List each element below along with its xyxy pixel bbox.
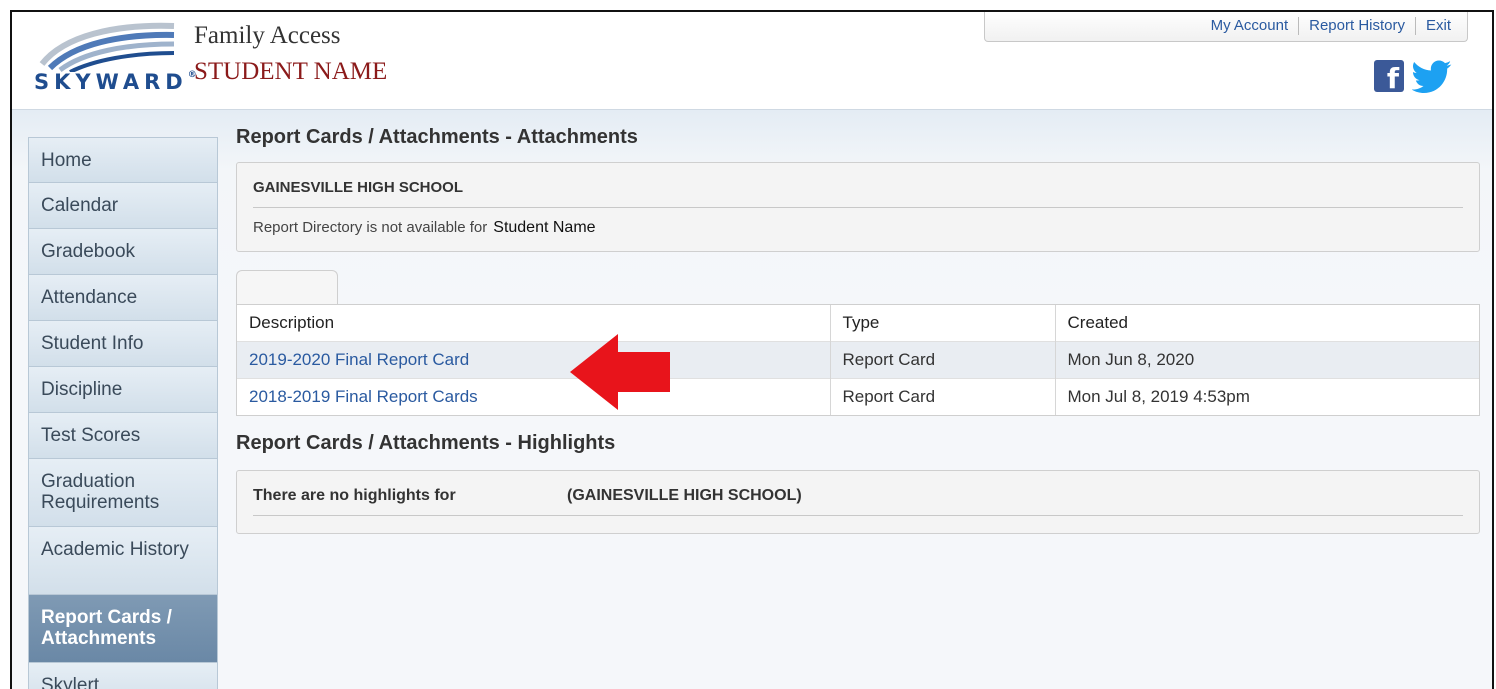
- sidebar: Home Calendar Gradebook Attendance Stude…: [28, 137, 218, 689]
- report-card-link-2018-2019[interactable]: 2018-2019 Final Report Cards: [249, 387, 478, 406]
- logo-wordmark: SKYWARD®: [34, 70, 197, 94]
- twitter-icon[interactable]: [1411, 60, 1452, 94]
- skyward-swoosh-icon: [39, 22, 175, 74]
- exit-link[interactable]: Exit: [1414, 16, 1461, 35]
- sidebar-item-discipline[interactable]: Discipline: [28, 367, 218, 413]
- browser-frame: SKYWARD® Family Access STUDENT NAME My A…: [10, 10, 1494, 689]
- row-type: Report Card: [830, 340, 1056, 378]
- column-header-description[interactable]: Description: [237, 305, 831, 341]
- highlights-title: Report Cards / Attachments - Highlights: [236, 432, 616, 454]
- attachments-tab[interactable]: [236, 270, 338, 306]
- sidebar-item-gradebook[interactable]: Gradebook: [28, 229, 218, 275]
- row-created: Mon Jul 8, 2019 4:53pm: [1055, 377, 1479, 415]
- column-header-created[interactable]: Created: [1055, 305, 1479, 341]
- report-card-link-2019-2020[interactable]: 2019-2020 Final Report Card: [249, 350, 469, 369]
- sidebar-item-skylert[interactable]: Skylert: [28, 663, 218, 689]
- sidebar-item-academic-history[interactable]: Academic History: [28, 527, 218, 595]
- page-header: SKYWARD® Family Access STUDENT NAME My A…: [12, 12, 1492, 110]
- main-content: Report Cards / Attachments - Attachments…: [236, 126, 1480, 534]
- skyward-logo[interactable]: SKYWARD®: [34, 20, 197, 100]
- report-directory-notice: Report Directory is not available for Stu…: [253, 219, 596, 236]
- row-created: Mon Jun 8, 2020: [1055, 340, 1479, 378]
- my-account-link[interactable]: My Account: [1201, 17, 1299, 35]
- table-row: 2019-2020 Final Report Card Report Card …: [237, 340, 1479, 378]
- school-name: GAINESVILLE HIGH SCHOOL: [253, 179, 464, 196]
- top-navigation: My Account Report History Exit: [984, 12, 1468, 42]
- school-panel: GAINESVILLE HIGH SCHOOL Report Directory…: [236, 162, 1480, 252]
- panel-divider: [253, 515, 1463, 516]
- student-name: STUDENT NAME: [194, 58, 388, 85]
- table-row: 2018-2019 Final Report Cards Report Card…: [237, 377, 1479, 415]
- sidebar-item-test-scores[interactable]: Test Scores: [28, 413, 218, 459]
- sidebar-item-attendance[interactable]: Attendance: [28, 275, 218, 321]
- highlights-school: (GAINESVILLE HIGH SCHOOL): [567, 487, 802, 504]
- facebook-icon[interactable]: f: [1374, 60, 1404, 92]
- sidebar-item-student-info[interactable]: Student Info: [28, 321, 218, 367]
- highlights-empty-text: There are no highlights for: [253, 487, 456, 504]
- sidebar-item-graduation-requirements[interactable]: Graduation Requirements: [28, 459, 218, 527]
- row-type: Report Card: [830, 377, 1056, 415]
- panel-divider: [253, 207, 1463, 208]
- attachments-title: Report Cards / Attachments - Attachments: [236, 126, 638, 148]
- table-header-row: Description Type Created: [237, 305, 1479, 341]
- red-arrow-annotation-icon: [570, 334, 670, 410]
- report-history-link[interactable]: Report History: [1298, 16, 1415, 35]
- sidebar-item-calendar[interactable]: Calendar: [28, 183, 218, 229]
- app-title: Family Access: [194, 22, 341, 49]
- notice-student-name: Student Name: [493, 219, 596, 236]
- attachments-table: Description Type Created 2019-2020 Final…: [236, 304, 1480, 416]
- sidebar-item-home[interactable]: Home: [28, 137, 218, 183]
- column-header-type[interactable]: Type: [830, 305, 1056, 341]
- sidebar-item-report-cards[interactable]: Report Cards / Attachments: [28, 595, 218, 663]
- highlights-panel: There are no highlights for (GAINESVILLE…: [236, 470, 1480, 534]
